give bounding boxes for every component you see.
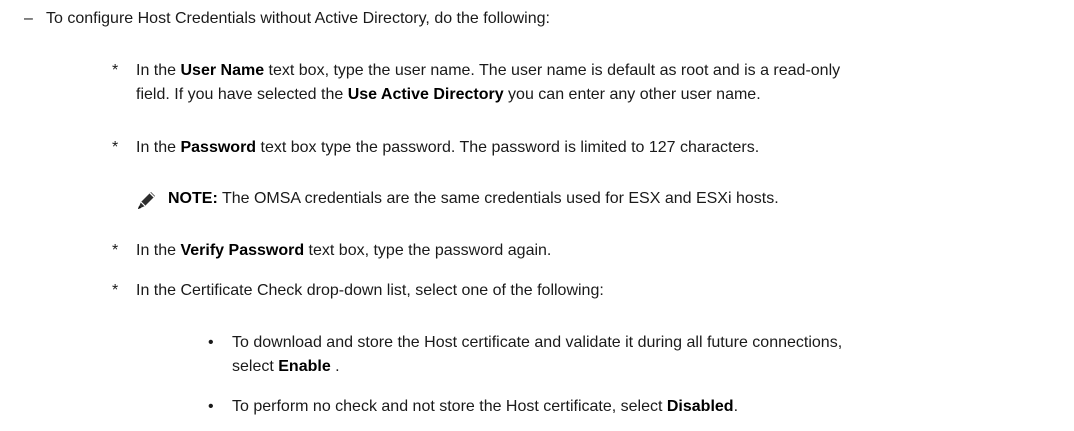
option-enable-line2: select Enable . <box>232 358 340 375</box>
step-password-line: In the Password text box type the passwo… <box>136 139 760 156</box>
step-user-name-line2: field. If you have selected the Use Acti… <box>136 86 761 103</box>
option-bullet-disabled: • <box>208 398 214 415</box>
enable-term: Enable <box>278 358 331 375</box>
dash-marker: – <box>24 10 33 27</box>
user-name-term: User Name <box>180 62 265 79</box>
step-marker-user-name: * <box>112 62 119 79</box>
password-term: Password <box>180 139 257 156</box>
intro-text: To configure Host Credentials without Ac… <box>46 10 550 27</box>
option-disabled-line: To perform no check and not store the Ho… <box>232 398 739 415</box>
use-active-directory-term: Use Active Directory <box>347 86 504 103</box>
option-bullet-enable: • <box>208 334 214 351</box>
step-verify-password-line: In the Verify Password text box, type th… <box>136 242 552 259</box>
document-page: – To configure Host Credentials without … <box>0 0 1074 431</box>
step-marker-verify-password: * <box>112 242 119 259</box>
note-line: NOTE: The OMSA credentials are the same … <box>168 189 779 209</box>
step-certificate-check-line: In the Certificate Check drop-down list,… <box>136 282 604 299</box>
note-label: NOTE: <box>168 190 218 207</box>
step-marker-password: * <box>112 139 119 156</box>
option-enable-line1: To download and store the Host certifica… <box>232 334 843 351</box>
step-user-name-line1: In the User Name text box, type the user… <box>136 62 841 79</box>
verify-password-term: Verify Password <box>180 242 305 259</box>
disabled-term: Disabled <box>666 398 734 415</box>
step-marker-certificate-check: * <box>112 282 119 299</box>
pencil-note-icon <box>138 192 155 209</box>
note-text: The OMSA credentials are the same creden… <box>217 190 779 207</box>
